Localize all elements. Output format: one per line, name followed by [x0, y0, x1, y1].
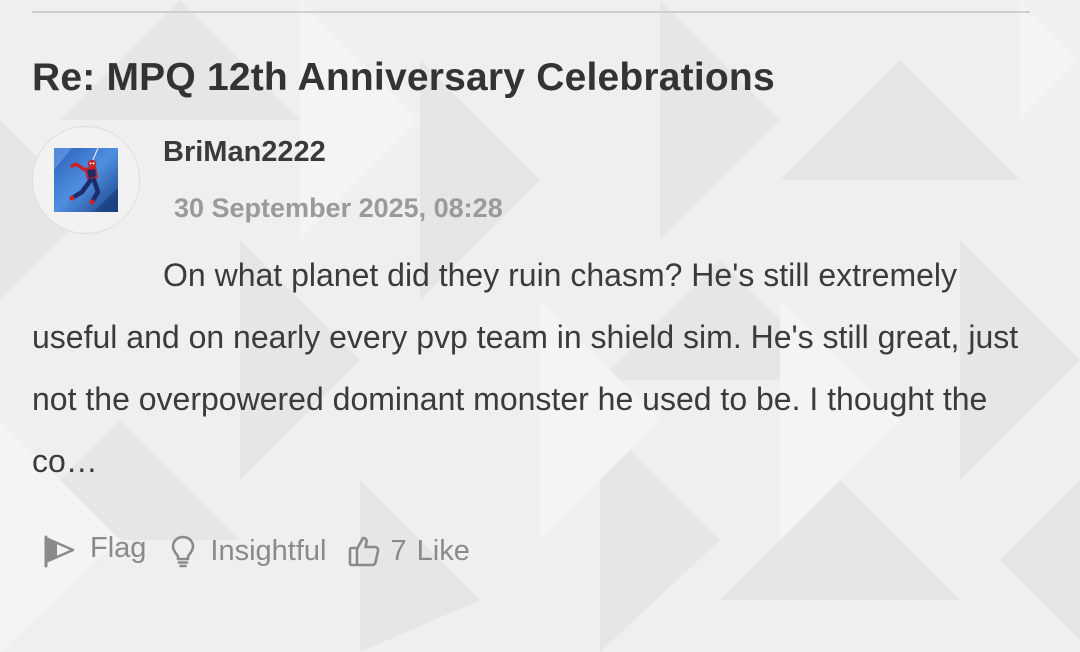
like-label: Like [416, 534, 470, 567]
spider-man-avatar-icon [54, 148, 118, 212]
insightful-label: Insightful [210, 534, 327, 567]
post-card: Re: MPQ 12th Anniversary Celebrations Br… [0, 0, 1080, 652]
author-name[interactable]: BriMan2222 [163, 136, 326, 169]
post-title[interactable]: Re: MPQ 12th Anniversary Celebrations [32, 56, 775, 100]
flag-label: Flag [90, 531, 147, 564]
avatar[interactable] [32, 126, 140, 234]
post-actions: Flag Insightful 7 Like [42, 526, 470, 576]
insightful-button[interactable]: Insightful [170, 534, 327, 568]
like-button[interactable]: 7 Like [347, 534, 470, 568]
thumbs-up-icon [348, 536, 379, 567]
divider [32, 11, 1030, 13]
like-count: 7 [390, 534, 407, 567]
post-body: On what planet did they ruin chasm? He's… [32, 257, 1019, 479]
lightbulb-icon [172, 535, 195, 568]
flag-icon [44, 535, 75, 568]
post-timestamp[interactable]: 30 September 2025, 08:28 [174, 193, 503, 224]
flag-button[interactable]: Flag [42, 531, 147, 568]
